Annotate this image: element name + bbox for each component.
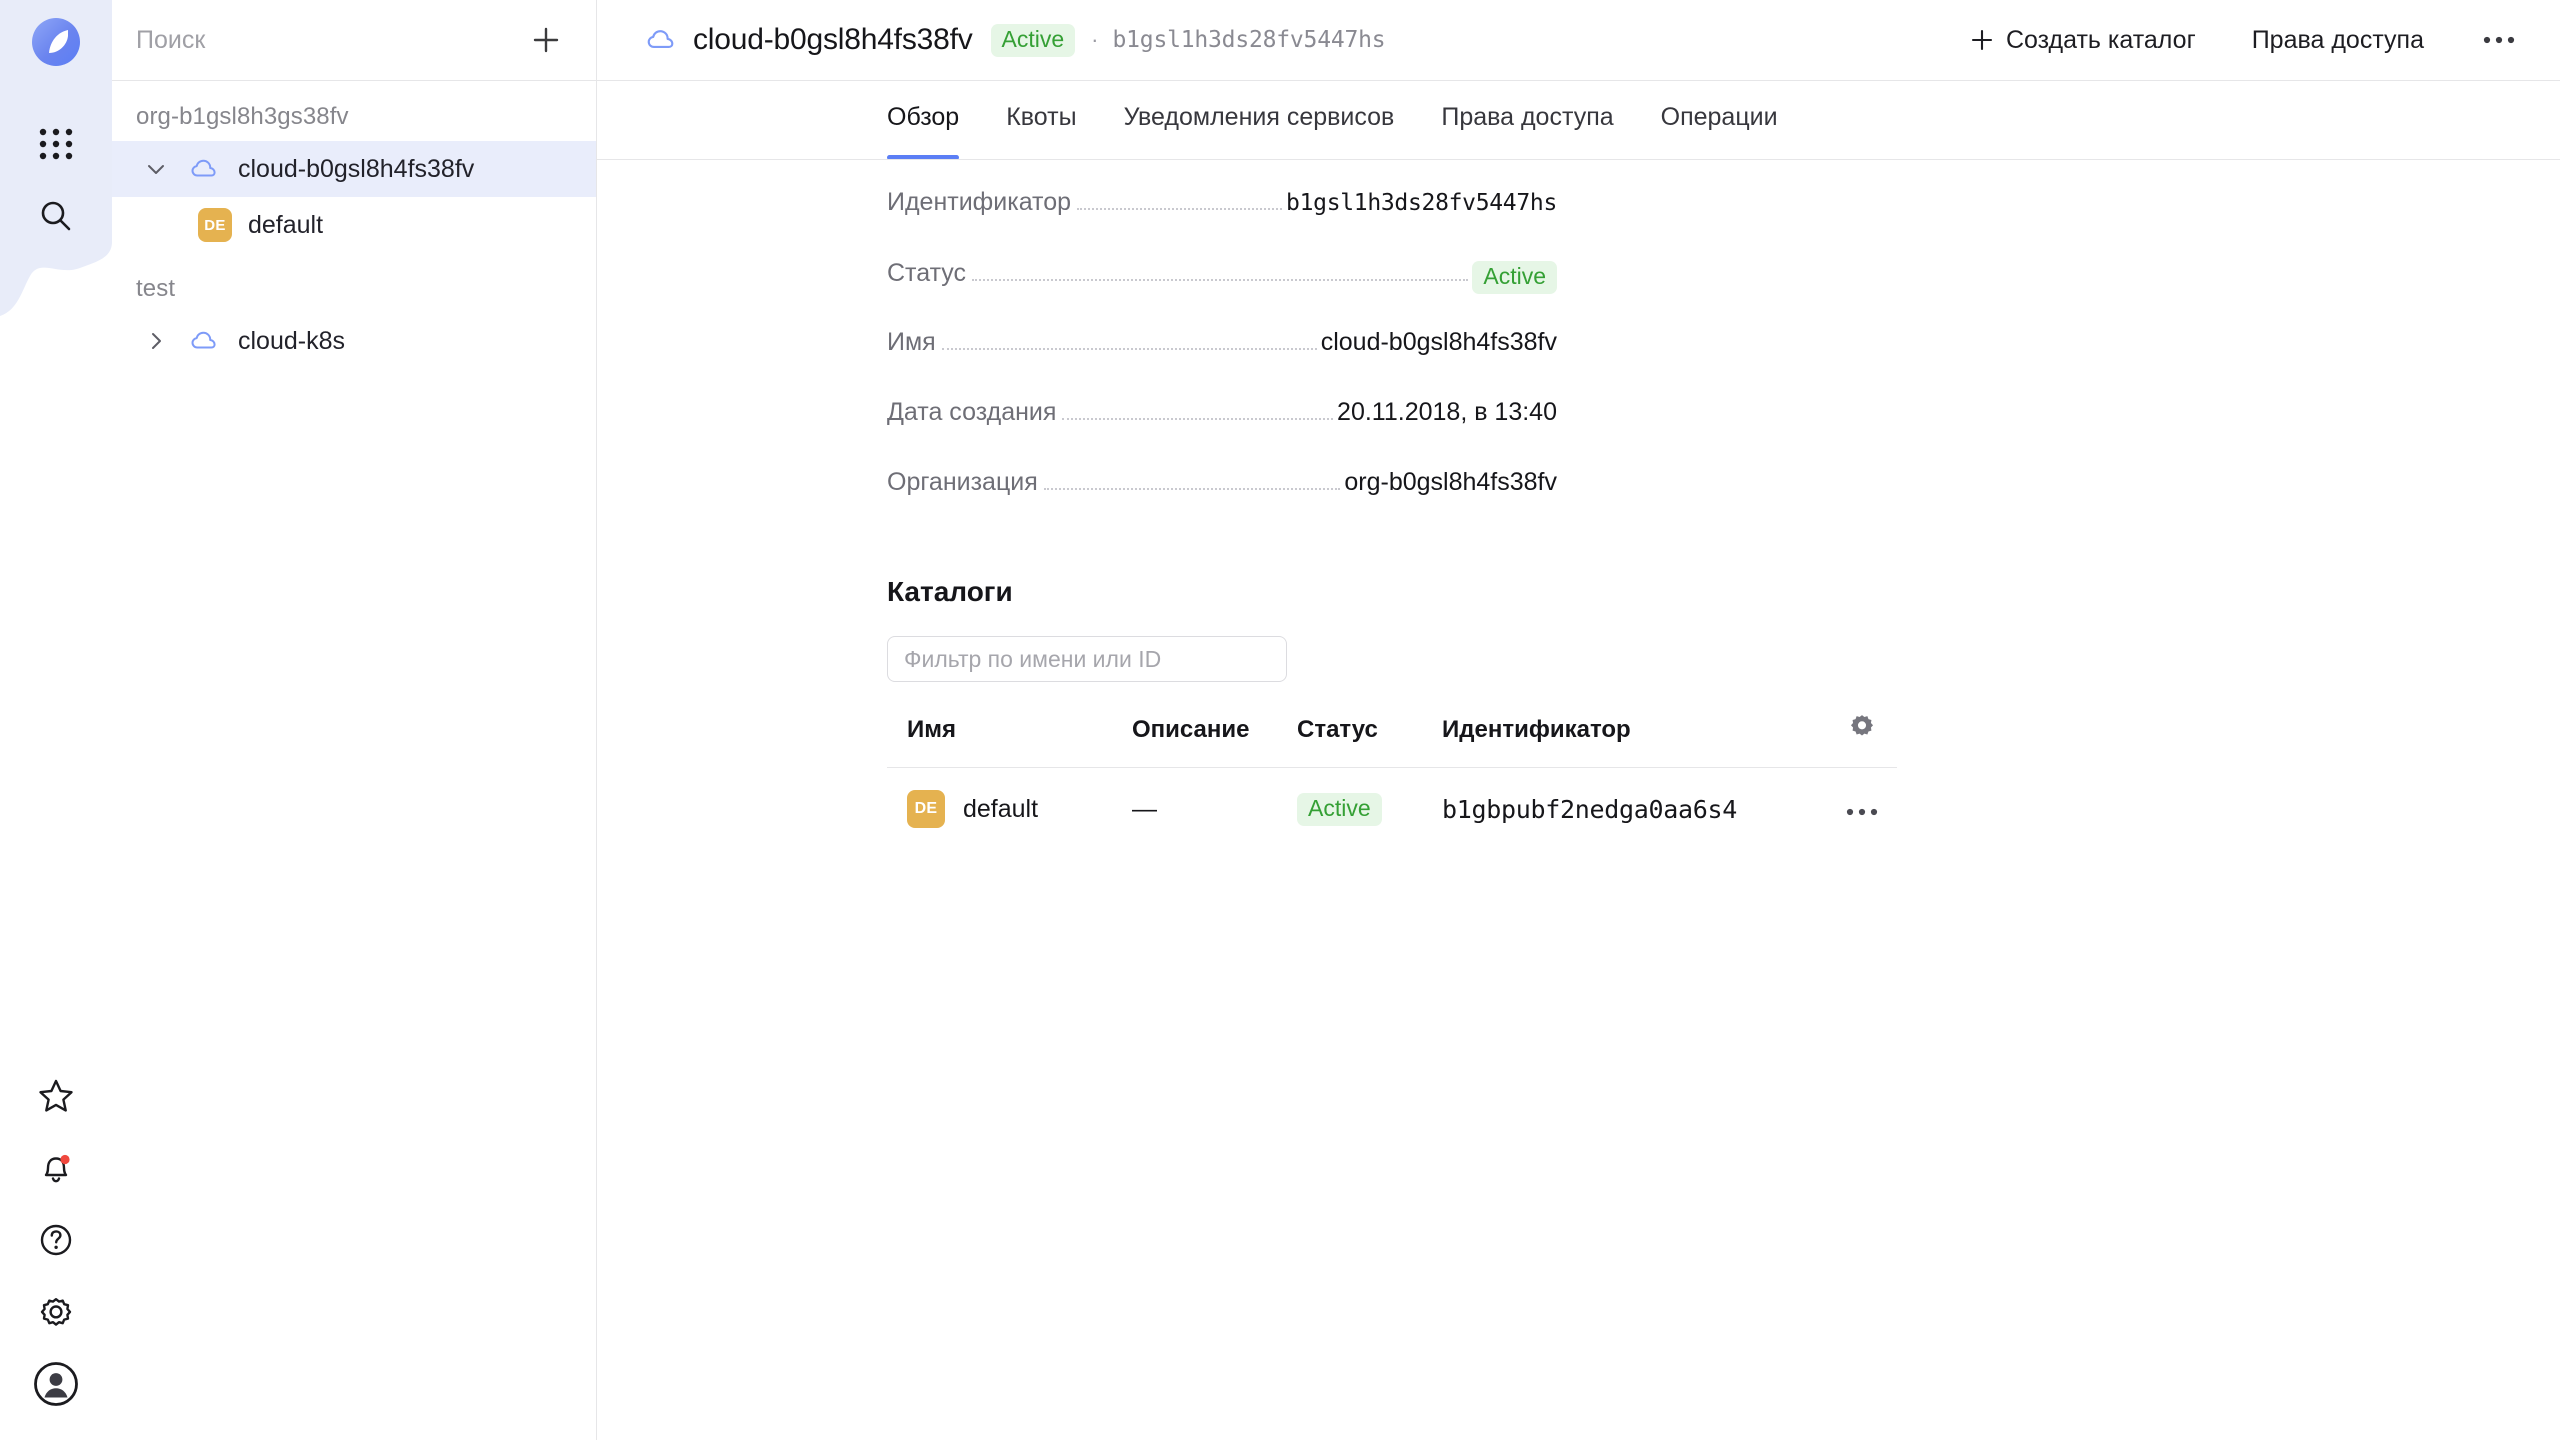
- dotted-leader: [1043, 488, 1341, 490]
- detail-key: Организация: [887, 468, 1038, 496]
- cell-identifier: b1gbpubf2nedga0aa6s4: [1442, 794, 1738, 824]
- catalogs-section-title: Каталоги: [887, 576, 1013, 607]
- cloud-icon: [645, 24, 677, 56]
- folder-badge: DE: [907, 790, 945, 828]
- catalogs-table: Имя Описание Статус Идентификатор DE def…: [887, 712, 1897, 850]
- column-settings-button[interactable]: [1827, 712, 1897, 768]
- chevron-right-icon[interactable]: [136, 321, 176, 361]
- tree-sidebar: org-b1gsl8h3gs38fv cloud-b0gsl8h4fs38fv …: [112, 0, 597, 1440]
- cell-status: Active: [1297, 768, 1442, 851]
- cloud-console-logo[interactable]: [22, 8, 90, 76]
- detail-key: Статус: [887, 259, 967, 287]
- cell-description: —: [1132, 794, 1157, 823]
- sidebar-item-label: cloud-b0gsl8h4fs38fv: [238, 154, 475, 183]
- sidebar-item-label: default: [248, 210, 324, 239]
- icon-rail: [0, 0, 112, 1440]
- help-button[interactable]: [28, 1212, 84, 1268]
- settings-button[interactable]: [28, 1284, 84, 1340]
- detail-row-organization: Организация org-b0gsl8h4fs38fv: [887, 468, 1557, 538]
- tab-bar-underline: [597, 159, 2560, 160]
- add-resource-button[interactable]: [524, 18, 568, 62]
- column-header-identifier[interactable]: Идентификатор: [1442, 712, 1827, 768]
- detail-value: b1gsl1h3ds28fv5447hs: [1286, 190, 1557, 216]
- detail-row-identifier: Идентификатор b1gsl1h3ds28fv5447hs: [887, 188, 1557, 258]
- global-search-button[interactable]: [28, 188, 84, 244]
- status-badge: Active: [1297, 792, 1382, 826]
- detail-value: 20.11.2018, в 13:40: [1337, 398, 1557, 426]
- favorites-button[interactable]: [28, 1068, 84, 1124]
- notifications-button[interactable]: [28, 1140, 84, 1196]
- detail-value: cloud-b0gsl8h4fs38fv: [1320, 328, 1557, 356]
- tab-overview[interactable]: Обзор: [887, 81, 960, 160]
- catalog-name-link[interactable]: default: [963, 795, 1038, 824]
- detail-value: org-b0gsl8h4fs38fv: [1344, 468, 1557, 496]
- sidebar-search-bar: [112, 0, 596, 81]
- catalog-filter-input[interactable]: [887, 636, 1287, 682]
- tab-operations[interactable]: Операции: [1661, 81, 1778, 160]
- access-rights-button[interactable]: Права доступа: [2252, 26, 2424, 55]
- tab-quotas[interactable]: Квоты: [1006, 81, 1076, 160]
- cloud-icon: [184, 321, 224, 361]
- main-content: cloud-b0gsl8h4fs38fv Active · b1gsl1h3ds…: [597, 0, 2560, 1440]
- gear-icon[interactable]: [1848, 712, 1876, 740]
- detail-list: Идентификатор b1gsl1h3ds28fv5447hs Стату…: [887, 188, 1557, 538]
- catalogs-table-body: DE default — Active b1gbpubf2nedga0aa6s4: [887, 768, 1897, 851]
- detail-row-name: Имя cloud-b0gsl8h4fs38fv: [887, 328, 1557, 398]
- tab-bar: Обзор Квоты Уведомления сервисов Права д…: [597, 81, 2560, 160]
- detail-row-status: Статус Active: [887, 258, 1557, 328]
- table-row[interactable]: DE default — Active b1gbpubf2nedga0aa6s4: [887, 768, 1897, 851]
- access-rights-label: Права доступа: [2251, 25, 2424, 54]
- plus-icon: [1970, 28, 1994, 52]
- create-catalog-button[interactable]: Создать каталог: [1970, 26, 2196, 55]
- tab-service-notifications[interactable]: Уведомления сервисов: [1124, 81, 1395, 160]
- column-header-description[interactable]: Описание: [1132, 712, 1297, 768]
- more-actions-button[interactable]: [2482, 35, 2516, 45]
- header-cloud-id: b1gsl1h3ds28fv5447hs: [1112, 27, 1386, 53]
- header-separator: ·: [1091, 27, 1099, 52]
- column-header-name[interactable]: Имя: [887, 712, 1132, 768]
- chevron-down-icon[interactable]: [136, 149, 176, 189]
- dotted-leader: [1062, 418, 1334, 420]
- dotted-leader: [972, 279, 1469, 281]
- tab-access-rights[interactable]: Права доступа: [1441, 81, 1613, 160]
- detail-row-created-at: Дата создания 20.11.2018, в 13:40: [887, 398, 1557, 468]
- tree-group-label-test: test: [136, 275, 176, 302]
- page-title: cloud-b0gsl8h4fs38fv: [693, 23, 973, 56]
- dotted-leader: [941, 348, 1317, 350]
- table-header-row: Имя Описание Статус Идентификатор: [887, 712, 1897, 768]
- tree-group-label-org: org-b1gsl8h3gs38fv: [136, 103, 349, 130]
- detail-key: Идентификатор: [887, 188, 1072, 216]
- status-badge: Active: [1472, 261, 1557, 294]
- page-header: cloud-b0gsl8h4fs38fv Active · b1gsl1h3ds…: [597, 0, 2560, 81]
- dotted-leader: [1077, 208, 1283, 210]
- account-button[interactable]: [28, 1356, 84, 1412]
- overview-panel: Идентификатор b1gsl1h3ds28fv5447hs Стату…: [597, 160, 2560, 850]
- cloud-icon: [184, 149, 224, 189]
- search-input[interactable]: [136, 25, 524, 55]
- folder-badge: DE: [198, 208, 232, 242]
- catalogs-table-head: Имя Описание Статус Идентификатор: [887, 712, 1897, 768]
- apps-grid-button[interactable]: [28, 116, 84, 172]
- create-catalog-label: Создать каталог: [2005, 25, 2196, 54]
- column-header-status[interactable]: Статус: [1297, 712, 1442, 768]
- detail-key: Дата создания: [887, 398, 1057, 426]
- row-more-actions-button[interactable]: [1827, 768, 1897, 851]
- sidebar-item-default[interactable]: DE default: [112, 197, 596, 253]
- sidebar-item-cloud-b0gsl8h4fs38fv[interactable]: cloud-b0gsl8h4fs38fv: [112, 141, 596, 197]
- detail-key: Имя: [887, 328, 936, 356]
- sidebar-item-cloud-k8s[interactable]: cloud-k8s: [112, 313, 596, 369]
- status-badge: Active: [990, 23, 1076, 57]
- sidebar-item-label: cloud-k8s: [238, 326, 345, 355]
- cell-name: DE default: [887, 768, 1132, 851]
